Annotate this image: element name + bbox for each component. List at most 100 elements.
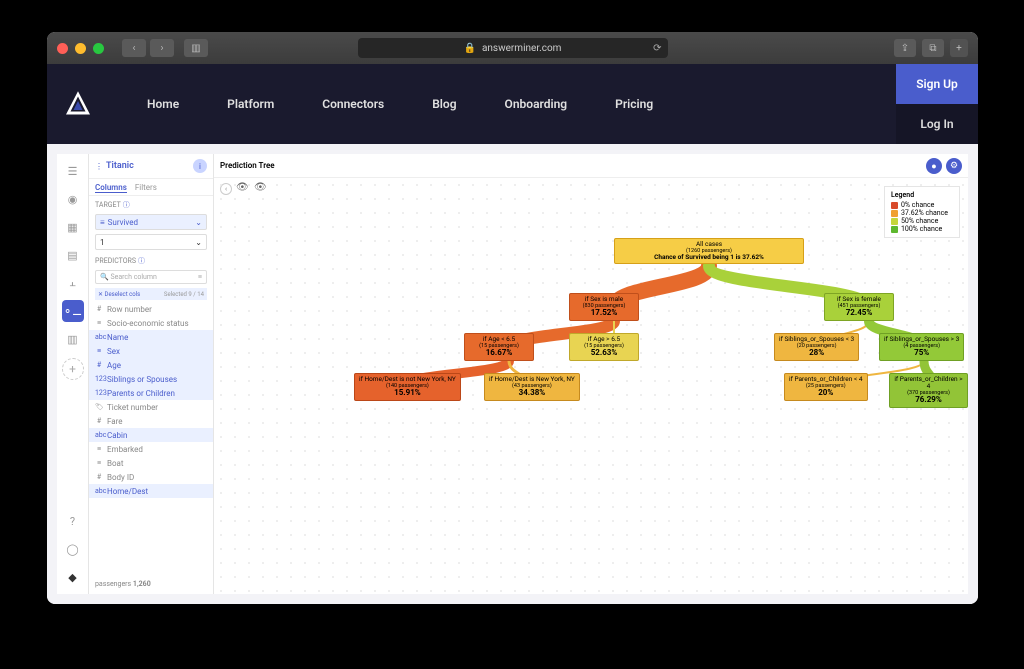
predictor-label: Embarked — [107, 445, 143, 454]
predictor-item[interactable]: abcHome/Dest — [89, 484, 213, 498]
rail-tree-icon[interactable]: ⚬⚊ — [62, 300, 84, 322]
sidebar-toggle-icon[interactable]: ▥ — [184, 39, 208, 57]
rail-help-icon[interactable]: ? — [62, 510, 84, 532]
predictor-item[interactable]: ≡Embarked — [89, 442, 213, 456]
canvas-settings-button[interactable]: ⚙ — [946, 158, 962, 174]
target-select[interactable]: ≡Survived⌄ — [95, 214, 207, 230]
rail-table-icon[interactable]: ▤ — [62, 244, 84, 266]
share-icon[interactable]: ⇪ — [894, 39, 916, 57]
nav-link-blog[interactable]: Blog — [408, 97, 480, 111]
address-bar[interactable]: 🔒 answerminer.com ⟳ — [358, 38, 668, 58]
browser-toolbar: ‹ › ▥ 🔒 answerminer.com ⟳ ⇪ ⧉ + — [47, 32, 978, 64]
predictor-label: Body ID — [107, 473, 134, 482]
predictor-label: Cabin — [107, 431, 127, 440]
rail-app-icon[interactable]: ◆ — [62, 566, 84, 588]
type-icon: # — [95, 473, 103, 481]
footer-count: passengers 1,260 — [89, 574, 213, 594]
tree-node[interactable]: if Siblings_or_Spouses < 3(20 passengers… — [774, 333, 859, 361]
tabs-icon[interactable]: ⧉ — [922, 39, 944, 57]
predictor-item[interactable]: ≡Boat — [89, 456, 213, 470]
canvas: Prediction Tree ● ⚙ ‹ 👁 👁 Legend 0% chan… — [214, 154, 968, 594]
rail-add-button[interactable]: + — [62, 358, 84, 380]
reload-icon[interactable]: ⟳ — [653, 43, 661, 54]
predictor-item[interactable]: #Fare — [89, 414, 213, 428]
predictor-item[interactable]: #Row number — [89, 302, 213, 316]
type-icon: ≡ — [95, 319, 103, 327]
legend-swatch-icon — [891, 202, 898, 209]
search-input[interactable]: 🔍 Search column≡ — [95, 270, 207, 284]
canvas-action-button[interactable]: ● — [926, 158, 942, 174]
predictor-item[interactable]: # Body ID — [89, 470, 213, 484]
info-icon[interactable]: i — [193, 159, 207, 173]
logo-icon[interactable] — [63, 89, 93, 119]
rail-list-icon[interactable]: ▥ — [62, 328, 84, 350]
tree-root-node[interactable]: All cases(1260 passengers)Chance of Surv… — [614, 238, 804, 264]
type-icon: 🏷 — [95, 403, 103, 411]
rail-menu-icon[interactable]: ☰ — [62, 160, 84, 182]
type-icon: ≡ — [95, 347, 103, 355]
legend: Legend 0% chance37.62% chance50% chance1… — [884, 186, 960, 238]
legend-label: 100% chance — [901, 225, 942, 233]
legend-label: 0% chance — [901, 201, 934, 209]
predictor-item[interactable]: 123 Siblings or Spouses — [89, 372, 213, 386]
legend-item: 50% chance — [891, 217, 953, 225]
predictor-item[interactable]: abcName — [89, 330, 213, 344]
back-button[interactable]: ‹ — [122, 39, 146, 57]
predictor-item[interactable]: 🏷 Ticket number — [89, 400, 213, 414]
tree-node[interactable]: if Home/Dest is New York, NY(43 passenge… — [484, 373, 580, 401]
rail-view-icon[interactable]: ◉ — [62, 188, 84, 210]
type-icon: 123 — [95, 375, 103, 383]
legend-item: 0% chance — [891, 201, 953, 209]
legend-swatch-icon — [891, 218, 898, 225]
nav-link-connectors[interactable]: Connectors — [298, 97, 408, 111]
predictor-item[interactable]: 123Parents or Children — [89, 386, 213, 400]
left-rail: ☰ ◉ ▦ ▤ ⫠ ⚬⚊ ▥ + ? ◯ ◆ — [57, 154, 89, 594]
tree-node[interactable]: if Home/Dest is not New York, NY(140 pas… — [354, 373, 461, 401]
tree-node[interactable]: if Sex is female(451 passengers)72.45% — [824, 293, 894, 321]
tree-node[interactable]: if Sex is male(830 passengers)17.52% — [569, 293, 639, 321]
tree-node[interactable]: if Parents_or_Children < 4(25 passengers… — [784, 373, 868, 401]
predictor-label: Socio-economic status — [107, 319, 189, 328]
tab-columns[interactable]: Columns — [95, 183, 127, 193]
window-minimize-icon[interactable] — [75, 43, 86, 54]
dataset-title[interactable]: Titanic — [106, 161, 134, 171]
tree-node[interactable]: if Age < 6.5(15 passengers)16.67% — [464, 333, 534, 361]
canvas-title: Prediction Tree — [220, 161, 275, 170]
nav-link-pricing[interactable]: Pricing — [591, 97, 677, 111]
lock-icon: 🔒 — [464, 43, 476, 54]
signup-button[interactable]: Sign Up — [896, 64, 978, 104]
nav-link-onboarding[interactable]: Onboarding — [481, 97, 592, 111]
login-button[interactable]: Log In — [896, 104, 978, 144]
type-icon: # — [95, 305, 103, 313]
predictor-item[interactable]: #Age — [89, 358, 213, 372]
tree-node[interactable]: if Age > 6.5(15 passengers)52.63% — [569, 333, 639, 361]
predictor-item[interactable]: abcCabin — [89, 428, 213, 442]
forward-button[interactable]: › — [150, 39, 174, 57]
nav-link-home[interactable]: Home — [123, 97, 203, 111]
tree-node[interactable]: if Parents_or_Children > 4(370 passenger… — [889, 373, 968, 408]
legend-item: 100% chance — [891, 225, 953, 233]
type-icon: ≡ — [95, 459, 103, 467]
predictor-label: Siblings or Spouses — [107, 375, 177, 384]
predictor-label: Name — [107, 333, 128, 342]
rail-chart-icon[interactable]: ⫠ — [62, 272, 84, 294]
rail-grid-icon[interactable]: ▦ — [62, 216, 84, 238]
legend-label: 50% chance — [901, 217, 938, 225]
predictor-item[interactable]: ≡Sex — [89, 344, 213, 358]
url-text: answerminer.com — [482, 43, 562, 54]
legend-swatch-icon — [891, 210, 898, 217]
nav-link-platform[interactable]: Platform — [203, 97, 298, 111]
window-zoom-icon[interactable] — [93, 43, 104, 54]
predictor-item[interactable]: ≡ Socio-economic status — [89, 316, 213, 330]
predictor-label: Age — [107, 361, 121, 370]
tab-filters[interactable]: Filters — [135, 183, 157, 193]
tree-node[interactable]: if Siblings_or_Spouses > 3(4 passengers)… — [879, 333, 964, 361]
new-tab-button[interactable]: + — [950, 39, 968, 57]
deselect-row[interactable]: ✕ Deselect cols Selected 9 / 14 — [95, 288, 207, 300]
dataset-dots-icon[interactable]: ⋮ — [95, 162, 103, 171]
predictor-label: Ticket number — [107, 403, 158, 412]
window-close-icon[interactable] — [57, 43, 68, 54]
target-section-label: TARGETⓘ — [89, 196, 213, 212]
rail-user-icon[interactable]: ◯ — [62, 538, 84, 560]
target-value-select[interactable]: 1⌄ — [95, 234, 207, 250]
